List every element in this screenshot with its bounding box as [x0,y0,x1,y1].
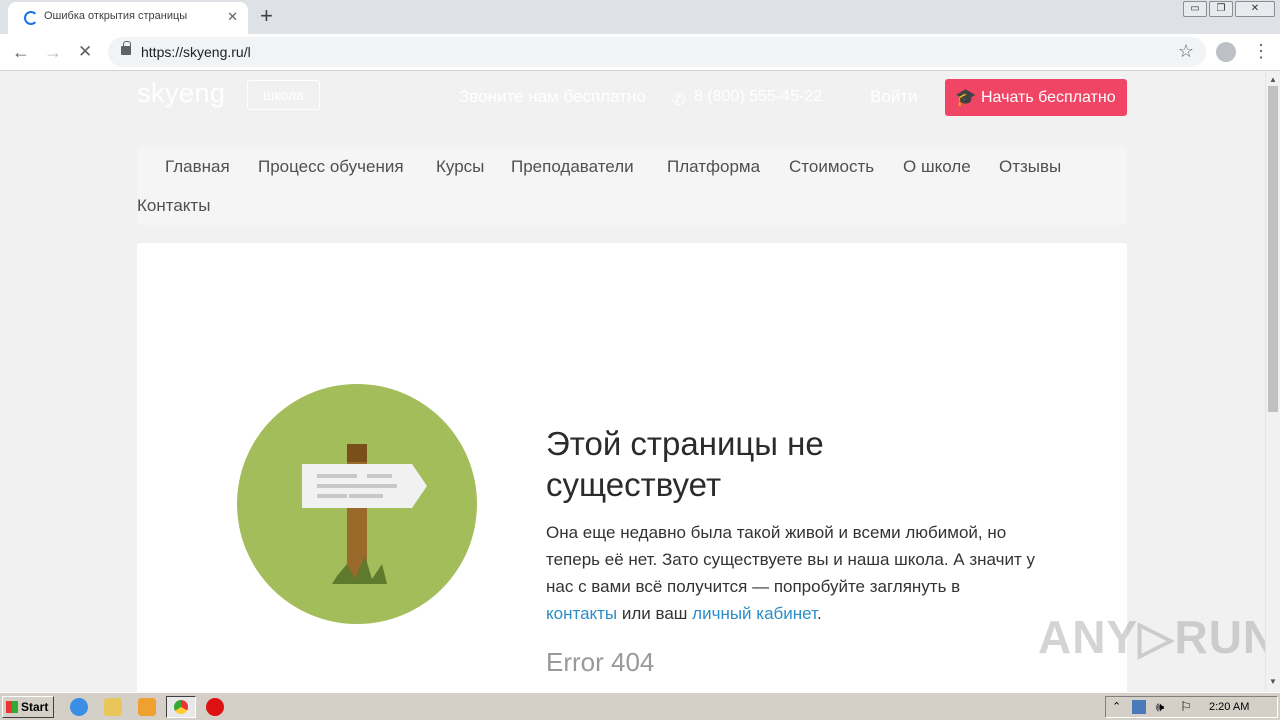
nav-item-home[interactable]: Главная [165,157,230,177]
minimize-button[interactable]: ▭ [1183,1,1207,17]
start-button[interactable]: Start [2,696,54,718]
scroll-down-icon[interactable]: ▼ [1269,677,1277,686]
action-center-flag-icon[interactable]: ⚐ [1180,699,1192,715]
start-free-label: Начать бесплатно [981,89,1116,106]
personal-cabinet-link[interactable]: личный кабинет [692,604,817,623]
browser-menu-icon[interactable]: ⋮ [1252,40,1270,62]
graduation-cap-icon: 🎓 [955,88,977,107]
loading-spinner-icon [24,11,38,25]
call-free-text: Звоните нам бесплатно [459,87,646,106]
profile-avatar-icon[interactable] [1216,42,1236,62]
scroll-up-icon[interactable]: ▲ [1269,75,1277,84]
chrome-taskbar-button[interactable] [166,696,196,718]
error-text-2: или ваш [617,604,693,623]
error-heading: Этой страницы не существует [546,425,824,503]
error-card: Этой страницы не существует Она еще неда… [137,243,1127,692]
start-label: Start [21,700,49,714]
phone-icon: ✆ [672,92,686,109]
skyeng-logo[interactable]: skyeng [137,78,226,109]
stop-button[interactable]: ✕ [78,40,92,64]
volume-icon[interactable]: 🕪 [1156,699,1164,715]
forward-button[interactable]: → [44,40,62,64]
antivirus-icon[interactable] [206,698,224,716]
nav-item-process[interactable]: Процесс обучения [258,157,404,177]
new-tab-button[interactable]: + [260,4,273,28]
nav-item-teachers[interactable]: Преподаватели [511,157,634,177]
error-code: Error 404 [546,647,655,677]
tab-close-icon[interactable]: ✕ [227,9,238,25]
system-tray: ⌃ 🕪 ⚐ [1105,696,1278,718]
scrollbar-thumb[interactable] [1268,86,1278,412]
contacts-link[interactable]: контакты [546,604,617,623]
ie-icon[interactable] [70,698,88,716]
start-free-button[interactable]: 🎓 Начать бесплатно [945,79,1127,116]
nav-item-contacts[interactable]: Контакты [137,196,210,216]
bookmark-star-icon[interactable]: ☆ [1178,41,1194,62]
school-badge: школа [247,80,320,110]
anyrun-watermark: ANY▷RUN [1038,611,1265,663]
explorer-folder-icon[interactable] [104,698,122,716]
signpost-illustration [237,384,477,624]
browser-tab[interactable]: Ошибка открытия страницы ✕ [8,2,248,34]
tab-title: Ошибка открытия страницы [44,10,188,22]
vertical-scrollbar[interactable]: ▲ ▼ [1265,72,1280,692]
tray-expand-icon[interactable]: ⌃ [1112,700,1121,713]
media-player-icon[interactable] [138,698,156,716]
browser-toolbar: ← → ✕ https://skyeng.ru/l ☆ ⋮ [0,34,1280,71]
windows-logo-icon [6,701,18,713]
error-description: Она еще недавно была такой живой и всеми… [546,519,1036,627]
nav-item-courses[interactable]: Курсы [436,157,484,177]
nav-item-about[interactable]: О школе [903,157,971,177]
nav-item-reviews[interactable]: Отзывы [999,157,1061,177]
phone-number[interactable]: 8 (800) 555-45-22 [694,88,822,106]
close-window-button[interactable]: ✕ [1235,1,1275,17]
nav-item-pricing[interactable]: Стоимость [789,157,874,177]
network-icon[interactable] [1132,700,1146,714]
restore-button[interactable]: ❐ [1209,1,1233,17]
error-text-1: Она еще недавно была такой живой и всеми… [546,523,1035,596]
url-text[interactable]: https://skyeng.ru/l [141,44,251,60]
page-viewport: skyeng школа Звоните нам бесплатно ✆ 8 (… [0,72,1265,692]
error-text-3: . [816,604,822,623]
taskbar: Start ⌃ 🕪 ⚐ 2:20 AM [0,692,1280,720]
main-nav: Главная Процесс обучения Курсы Преподава… [137,147,1127,225]
lock-icon [121,41,131,55]
login-link[interactable]: Войти [870,87,918,107]
back-button[interactable]: ← [12,40,30,64]
nav-item-platform[interactable]: Платформа [667,157,760,177]
chrome-icon [174,700,188,714]
clock[interactable]: 2:20 AM [1209,701,1249,713]
tab-strip: Ошибка открытия страницы ✕ + ▭ ❐ ✕ [0,0,1280,34]
address-bar[interactable]: https://skyeng.ru/l ☆ [108,37,1206,67]
